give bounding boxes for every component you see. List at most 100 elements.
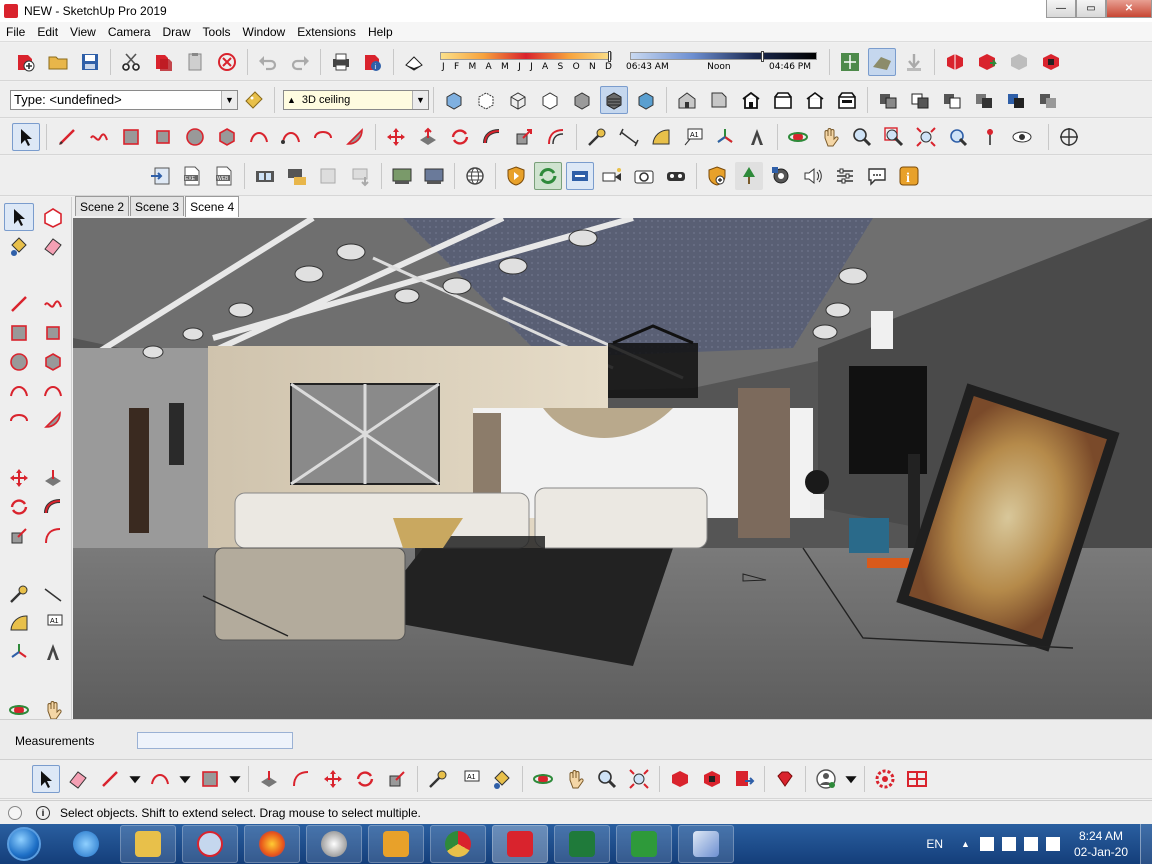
line-tool-dropdown-icon[interactable] <box>128 765 142 793</box>
eraser-icon[interactable] <box>64 765 92 793</box>
ruby-console-icon[interactable] <box>771 765 799 793</box>
polygon-tool-icon[interactable] <box>38 348 68 376</box>
settings-sliders-icon[interactable] <box>831 162 859 190</box>
arc-tool-icon[interactable] <box>146 765 174 793</box>
circle-tool-icon[interactable] <box>4 348 34 376</box>
paint-bucket-icon[interactable] <box>488 765 516 793</box>
action-center-flag-icon[interactable] <box>979 837 994 851</box>
menu-draw[interactable]: Draw <box>157 25 197 39</box>
axes-tool-icon[interactable] <box>4 638 34 666</box>
export-exe-icon[interactable]: EXE <box>178 162 206 190</box>
top-view-icon[interactable] <box>705 86 733 114</box>
film-disabled-icon[interactable] <box>315 162 343 190</box>
render-shield-icon[interactable] <box>502 162 530 190</box>
text-tool-icon[interactable]: A1 <box>679 123 707 151</box>
info-help-icon[interactable]: i <box>895 162 923 190</box>
minimize-button[interactable]: — <box>1046 0 1076 18</box>
close-button[interactable]: ✕ <box>1106 0 1152 18</box>
left-view-icon[interactable] <box>833 86 861 114</box>
pie-tool-icon[interactable] <box>38 406 68 434</box>
cut-icon[interactable] <box>117 48 145 76</box>
model-info-icon[interactable]: i <box>359 48 387 76</box>
vr-headset-icon[interactable] <box>662 162 690 190</box>
battery-icon[interactable] <box>1023 837 1038 851</box>
save-icon[interactable] <box>76 48 104 76</box>
sound-icon[interactable] <box>799 162 827 190</box>
iso-view-icon[interactable] <box>673 86 701 114</box>
union-icon[interactable] <box>906 86 934 114</box>
export-web-icon[interactable]: WEB <box>210 162 238 190</box>
film-strip-icon[interactable] <box>251 162 279 190</box>
orbit-icon[interactable] <box>784 123 812 151</box>
make-component-icon[interactable] <box>38 203 68 231</box>
freehand-tool-icon[interactable] <box>38 290 68 318</box>
tape-measure-icon[interactable] <box>4 580 34 608</box>
protractor-icon[interactable] <box>4 609 34 637</box>
orbit-icon[interactable] <box>529 765 557 793</box>
new-model-button[interactable] <box>12 48 40 76</box>
intersect-icon[interactable] <box>970 86 998 114</box>
taskbar-app-chrome[interactable] <box>430 825 486 863</box>
paste-icon[interactable] <box>181 48 209 76</box>
zoom-icon[interactable] <box>593 765 621 793</box>
move-tool-icon[interactable] <box>382 123 410 151</box>
show-desktop-button[interactable] <box>1140 824 1152 864</box>
taskbar-app-internet-explorer[interactable] <box>58 825 114 863</box>
freehand-tool-icon[interactable] <box>85 123 113 151</box>
trim-icon[interactable] <box>1002 86 1030 114</box>
feedback-chat-icon[interactable] <box>863 162 891 190</box>
clock[interactable]: 8:24 AM 02-Jan-20 <box>1074 828 1128 860</box>
volume-icon[interactable] <box>1045 837 1060 851</box>
share-component-icon[interactable] <box>1005 48 1033 76</box>
3d-text-icon[interactable] <box>38 638 68 666</box>
camera-light-icon[interactable] <box>598 162 626 190</box>
scale-tool-icon[interactable] <box>4 522 34 550</box>
rotate-tool-icon[interactable] <box>446 123 474 151</box>
zoom-icon[interactable] <box>848 123 876 151</box>
menu-help[interactable]: Help <box>362 25 399 39</box>
account-dropdown-icon[interactable] <box>844 765 858 793</box>
pan-hand-icon[interactable] <box>561 765 589 793</box>
outer-shell-icon[interactable] <box>874 86 902 114</box>
offset-tool-icon[interactable] <box>542 123 570 151</box>
menu-window[interactable]: Window <box>237 25 292 39</box>
rotate-tool-icon[interactable] <box>4 493 34 521</box>
back-view-icon[interactable] <box>801 86 829 114</box>
select-tool-icon[interactable] <box>4 203 34 231</box>
rectangle-tool-icon[interactable] <box>4 319 34 347</box>
print-icon[interactable] <box>327 48 355 76</box>
position-camera-icon[interactable] <box>976 123 1004 151</box>
rectangle-tool-icon[interactable] <box>196 765 224 793</box>
two-point-arc-icon[interactable] <box>38 377 68 405</box>
menu-edit[interactable]: Edit <box>31 25 64 39</box>
taskbar-app-snipping-tool[interactable] <box>182 825 238 863</box>
render-settings-gear-icon[interactable] <box>767 162 795 190</box>
extension-warehouse-icon[interactable] <box>698 765 726 793</box>
refresh-render-icon[interactable] <box>534 161 562 190</box>
text-tool-icon[interactable]: A1 <box>456 765 484 793</box>
push-pull-icon[interactable] <box>38 464 68 492</box>
right-view-icon[interactable] <box>769 86 797 114</box>
erase-delete-icon[interactable] <box>213 48 241 76</box>
menu-tools[interactable]: Tools <box>197 25 237 39</box>
axes-tool-icon[interactable] <box>711 123 739 151</box>
shadows-toggle-icon[interactable] <box>400 48 428 76</box>
taskbar-app-media-player[interactable] <box>306 825 362 863</box>
text-tool-icon[interactable]: A1 <box>38 609 68 637</box>
camera-icon[interactable] <box>630 162 658 190</box>
film-folder-icon[interactable] <box>283 162 311 190</box>
hidden-line-icon[interactable] <box>536 86 564 114</box>
tree-proxy-icon[interactable] <box>735 161 763 190</box>
language-indicator[interactable]: EN <box>926 837 943 851</box>
front-view-icon[interactable] <box>737 86 765 114</box>
model-viewport[interactable] <box>73 218 1152 719</box>
move-tool-icon[interactable] <box>4 464 34 492</box>
tab-scene-2[interactable]: Scene 2 <box>75 196 130 216</box>
network-icon[interactable] <box>1001 837 1016 851</box>
offset-tool-icon[interactable] <box>287 765 315 793</box>
arc-tool-icon[interactable] <box>245 123 273 151</box>
two-point-arc-icon[interactable] <box>277 123 305 151</box>
previous-view-icon[interactable] <box>944 123 972 151</box>
menu-extensions[interactable]: Extensions <box>291 25 362 39</box>
component-gear-icon[interactable] <box>871 765 899 793</box>
